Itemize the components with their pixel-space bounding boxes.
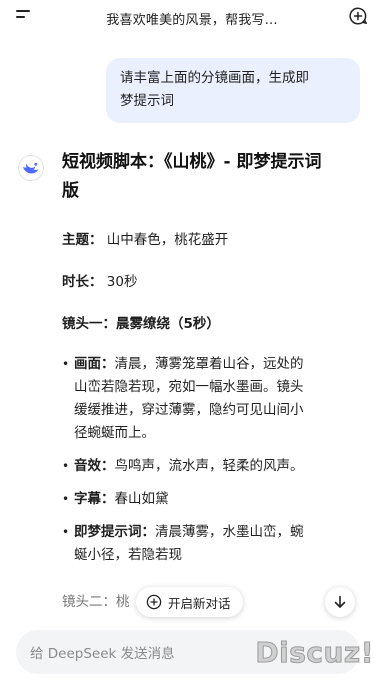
list-item: 字幕：春山如黛 — [62, 488, 366, 511]
answer-title: 短视频脚本：《山桃》- 即梦提示词 — [62, 152, 322, 172]
message-input-placeholder: 给 DeepSeek 发送消息 — [30, 646, 175, 662]
new-chat-button[interactable]: 开启新对话 — [136, 587, 243, 617]
duration-row: 时长： 30秒 — [62, 271, 137, 294]
answer-title: 版 — [62, 181, 79, 201]
duration-label: 时长： — [62, 274, 103, 290]
user-message-line: 请丰富上面的分镜画面，生成即 — [120, 70, 309, 86]
list-item: 音效：鸟鸣声，流水声，轻柔的风声。 — [62, 455, 366, 478]
bullet-text: 蜒小径，若隐若现 — [74, 547, 182, 563]
bullet-text: 清晨，薄雾笼罩着山谷，远处的 — [114, 356, 304, 372]
conversation-title: 我喜欢唯美的风景，帮我写... — [106, 13, 278, 28]
duration-value: 30秒 — [106, 274, 138, 290]
bullet-label: 即梦提示词： — [74, 524, 155, 540]
shot1-heading: 镜头一：晨雾缭绕（5秒） — [62, 316, 220, 332]
user-message-line: 梦提示词 — [120, 93, 174, 109]
list-item: 画面：清晨，薄雾笼罩着山谷，远处的 山峦若隐若现，宛如一幅水墨画。镜头 缓缓推进… — [62, 353, 366, 445]
arrow-down-icon — [334, 595, 346, 608]
deepseek-logo-icon — [18, 155, 44, 181]
bullet-text: 缓缓推进，穿过薄雾，隐约可见山间小 — [74, 402, 304, 418]
plus-chat-icon — [146, 594, 162, 610]
shot1-details: 画面：清晨，薄雾笼罩着山谷，远处的 山峦若隐若现，宛如一幅水墨画。镜头 缓缓推进… — [62, 353, 366, 577]
list-item: 即梦提示词：清晨薄雾，水墨山峦，蜿 蜒小径，若隐若现 — [62, 521, 366, 567]
assistant-answer: 短视频脚本：《山桃》- 即梦提示词 版 — [62, 148, 362, 206]
bullet-text: 清晨薄雾，水墨山峦，蜿 — [155, 524, 304, 540]
theme-label: 主题： — [62, 232, 103, 248]
new-chat-icon[interactable] — [348, 6, 368, 26]
scroll-to-bottom-button[interactable] — [325, 587, 355, 617]
watermark-text: Discuz! — [255, 636, 374, 670]
bullet-text: 鸟鸣声，流水声，轻柔的风声。 — [114, 458, 304, 474]
bullet-label: 字幕： — [74, 491, 115, 507]
bullet-label: 音效： — [74, 458, 115, 474]
bullet-text: 山峦若隐若现，宛如一幅水墨画。镜头 — [74, 379, 304, 395]
theme-value: 山中春色，桃花盛开 — [106, 232, 229, 248]
user-message-bubble: 请丰富上面的分镜画面，生成即 梦提示词 — [106, 58, 360, 123]
bullet-text: 径蜿蜒而上。 — [74, 425, 155, 441]
top-bar: 我喜欢唯美的风景，帮我写... — [0, 0, 384, 36]
shot2-heading-partial: 镜头二：桃 — [62, 594, 130, 610]
theme-row: 主题： 山中春色，桃花盛开 — [62, 229, 228, 252]
bullet-label: 画面： — [74, 356, 115, 372]
new-chat-label: 开启新对话 — [168, 595, 231, 611]
bullet-text: 春山如黛 — [114, 491, 169, 507]
